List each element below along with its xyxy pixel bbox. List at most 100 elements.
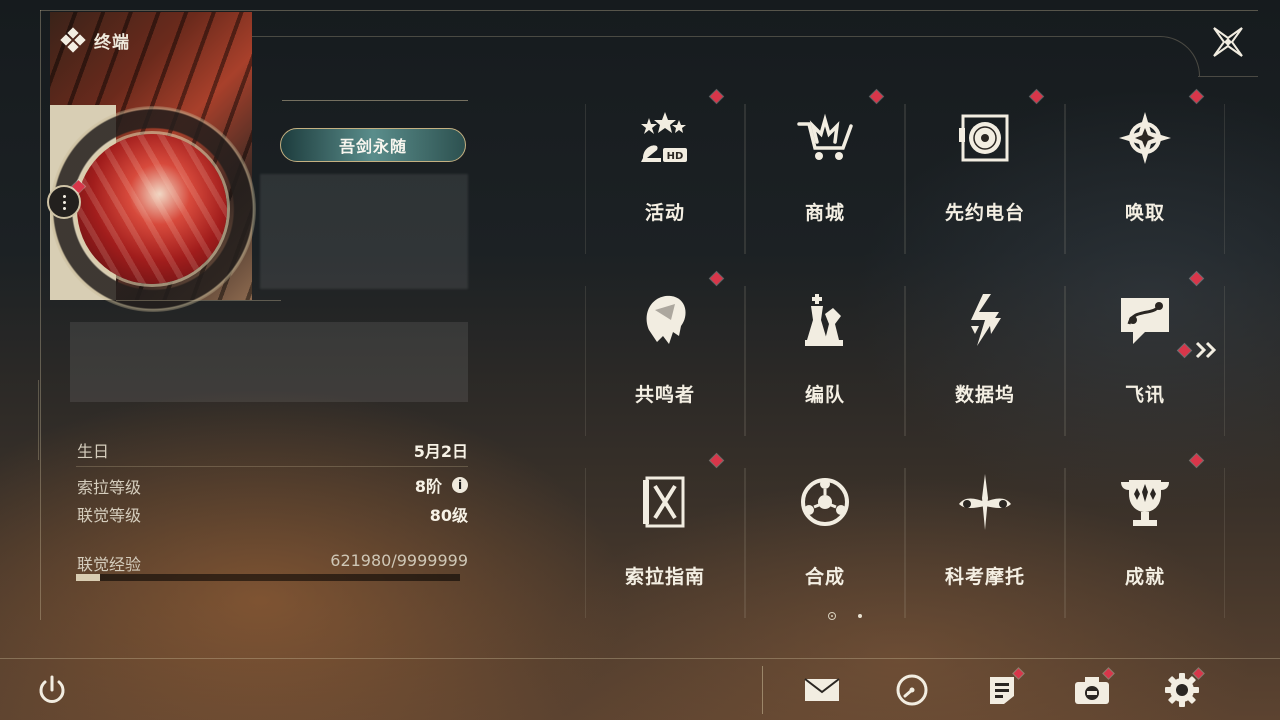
blurred-player-info: [260, 174, 468, 289]
menu-tile-label: 编队: [804, 384, 845, 406]
event-2nd-anniversary-icon: HD: [635, 108, 695, 168]
menu-tile-label: 活动: [644, 202, 685, 224]
blurred-signature: [70, 322, 468, 402]
tile-divider: [905, 104, 906, 254]
frame-inner-line: [250, 36, 1160, 37]
page-title: 终端: [94, 32, 130, 53]
svg-text:HD: HD: [667, 151, 684, 162]
menu-tile-label: 商城: [804, 202, 845, 224]
sola-level: 8阶 i: [300, 473, 468, 497]
synthesis-icon: [795, 472, 855, 532]
more-dots-icon: [62, 194, 66, 210]
settings-button[interactable]: [1162, 668, 1204, 710]
close-button[interactable]: [1208, 22, 1248, 62]
tile-divider: [905, 286, 906, 436]
tile-divider: [745, 468, 746, 618]
union-exp-progress-fill: [76, 574, 100, 581]
sola-level-value: 8阶: [414, 477, 442, 496]
settings-gear-icon: [1165, 673, 1199, 707]
tile-notification-dot: [1190, 454, 1203, 467]
page-dot-2[interactable]: [858, 614, 862, 618]
menu-tile-8[interactable]: 索拉指南: [585, 454, 745, 636]
union-exp-progress-bar: [76, 574, 460, 581]
shop-cart-icon: [795, 108, 855, 168]
tile-divider: [585, 468, 586, 618]
menu-tile-label: 先约电台: [944, 202, 1025, 224]
menu-tile-3[interactable]: 唤取: [1065, 90, 1225, 272]
camera-button[interactable]: [1072, 668, 1114, 710]
tile-divider: [1224, 468, 1225, 618]
page-indicator: [828, 612, 862, 620]
tile-divider: [1065, 468, 1066, 618]
terminal-header: 终端: [60, 27, 130, 53]
menu-tile-4[interactable]: 共鸣者: [585, 272, 745, 454]
notice-button[interactable]: [982, 668, 1024, 710]
mail-button[interactable]: [802, 670, 842, 710]
tile-divider: [745, 104, 746, 254]
tile-notification-dot: [1190, 272, 1203, 285]
camera-icon: [1075, 677, 1109, 704]
union-exp-label: 联觉经验: [77, 555, 142, 574]
menu-tile-0[interactable]: HD 活动: [585, 90, 745, 272]
menu-tile-1[interactable]: 商城: [745, 90, 905, 272]
resonator-portrait-icon: [635, 290, 695, 350]
motorcycle-icon: [955, 472, 1015, 532]
union-exp-value: 621980/9999999: [330, 551, 468, 570]
birthday-label: 生日: [77, 442, 110, 461]
tile-notification-dot: [870, 90, 883, 103]
stat-divider: [76, 466, 468, 467]
tile-divider: [1065, 104, 1066, 254]
team-chess-icon: [795, 290, 855, 350]
menu-tile-label: 数据坞: [954, 384, 1015, 406]
tile-divider: [745, 286, 746, 436]
frame-curve: [1160, 36, 1200, 76]
tile-notification-dot: [710, 272, 723, 285]
avatar[interactable]: [77, 134, 227, 284]
menu-tile-11[interactable]: 成就: [1065, 454, 1225, 636]
bottom-separator: [762, 666, 763, 714]
trophy-icon: [1115, 472, 1175, 532]
tile-notification-dot: [710, 454, 723, 467]
menu-tile-5[interactable]: 编队: [745, 274, 905, 454]
frame-left-line: [40, 10, 41, 620]
menu-tile-10[interactable]: 科考摩托: [905, 456, 1065, 636]
tile-divider: [1224, 286, 1225, 436]
info-icon[interactable]: i: [452, 477, 468, 493]
menu-tile-label: 科考摩托: [944, 566, 1025, 588]
clock-button[interactable]: [892, 670, 932, 710]
menu-tile-7[interactable]: 飞讯: [1065, 272, 1225, 454]
tile-divider: [1065, 286, 1066, 436]
power-button[interactable]: [32, 670, 72, 710]
guidebook-icon: [635, 472, 695, 532]
frame-top-line: [40, 10, 1258, 11]
close-icon: [1213, 27, 1243, 57]
chat-message-icon: [1115, 290, 1175, 350]
menu-tile-label: 成就: [1124, 566, 1165, 588]
tile-notification-dot: [1030, 90, 1043, 103]
radio-vinyl-icon: [955, 108, 1015, 168]
title-badge[interactable]: 吾剑永随: [280, 128, 466, 162]
menu-tile-label: 唤取: [1124, 202, 1165, 224]
double-chevron-right-icon: [1195, 341, 1217, 359]
sola-level-label: 索拉等级: [77, 478, 142, 497]
mail-icon: [804, 678, 840, 701]
menu-tile-label: 共鸣者: [634, 384, 695, 406]
menu-tile-label: 飞讯: [1124, 384, 1165, 406]
tile-divider: [905, 468, 906, 618]
menu-tile-6[interactable]: 数据坞: [905, 274, 1065, 454]
union-level-label: 联觉等级: [77, 506, 142, 525]
menu-tile-label: 索拉指南: [624, 566, 705, 588]
page-dot-1[interactable]: [828, 612, 836, 620]
menu-tile-label: 合成: [804, 566, 845, 588]
clock-icon: [896, 674, 928, 706]
notice-icon: [990, 677, 1014, 704]
menu-tile-9[interactable]: 合成: [745, 456, 905, 636]
menu-tile-2[interactable]: 先约电台: [905, 90, 1065, 272]
diamond-cluster-icon: [60, 27, 86, 53]
next-page-button[interactable]: [1178, 338, 1219, 362]
avatar-divider: [116, 300, 281, 301]
next-page-notification-dot: [1178, 343, 1191, 357]
title-badge-text: 吾剑永随: [338, 137, 407, 156]
convene-compass-icon: [1115, 108, 1175, 168]
data-bank-icon: [955, 290, 1015, 350]
